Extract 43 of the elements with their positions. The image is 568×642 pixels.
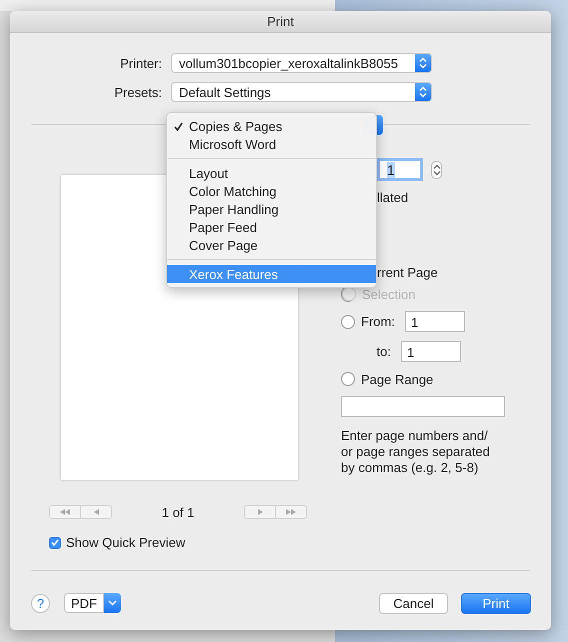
chevron-down-icon[interactable]	[108, 600, 117, 606]
collated-label: llated	[377, 190, 408, 205]
checkbox-label: Show Quick Preview	[66, 535, 186, 550]
radio-label: rrent Page	[377, 264, 438, 280]
help-button[interactable]: ?	[31, 594, 50, 612]
field-label: Printer:	[119, 56, 163, 70]
field-label: to:	[376, 344, 392, 359]
checkmark-icon	[51, 539, 59, 546]
menu-item[interactable]: Paper Feed	[167, 218, 376, 236]
menu-item[interactable]: Cover Page	[167, 236, 376, 254]
hint-text: Enter page numbers and/ or page ranges separated by commas (e.g. 2, 5-8)	[341, 428, 491, 476]
menu-item[interactable]: Layout	[167, 164, 376, 182]
radio-label: Page Range	[361, 372, 434, 386]
page-range-field[interactable]	[341, 396, 505, 417]
next-page-buttons[interactable]	[244, 505, 307, 519]
left-triangle-icon[interactable]	[94, 509, 98, 515]
presets-popup[interactable]: Default Settings	[171, 82, 432, 102]
double-left-triangle-icon[interactable]	[60, 509, 70, 515]
menu-item[interactable]: Copies & Pages	[167, 117, 376, 135]
from-field[interactable]: 1	[405, 311, 465, 332]
copies-field[interactable]: 1	[377, 158, 423, 181]
page-indicator: 1 of 1	[160, 504, 196, 520]
to-field[interactable]: 1	[401, 341, 461, 362]
radio-button[interactable]	[341, 314, 355, 328]
radio-button[interactable]	[341, 372, 355, 386]
menu-item[interactable]: Microsoft Word	[167, 135, 376, 153]
checkmark-icon	[174, 122, 182, 130]
stepper-icon[interactable]	[431, 160, 442, 178]
field-label: Presets:	[113, 84, 163, 100]
window-title: Print	[267, 14, 294, 29]
previous-page-buttons[interactable]	[49, 505, 112, 519]
menu-item[interactable]: Paper Handling	[167, 200, 376, 218]
pdf-button[interactable]: PDF	[64, 593, 104, 613]
radio-label: From:	[361, 314, 396, 329]
radio-label: Selection	[362, 286, 416, 302]
checkbox[interactable]	[49, 536, 61, 548]
printer-popup[interactable]: vollum301bcopier_xeroxaltalinkB8055	[171, 53, 432, 73]
pdf-menu-button[interactable]	[104, 593, 121, 613]
double-right-triangle-icon[interactable]	[286, 509, 296, 515]
up-down-arrows-icon[interactable]	[432, 164, 440, 176]
menu-item[interactable]: Color Matching	[167, 182, 376, 200]
right-triangle-icon[interactable]	[258, 509, 262, 515]
cancel-button[interactable]: Cancel	[379, 592, 448, 614]
